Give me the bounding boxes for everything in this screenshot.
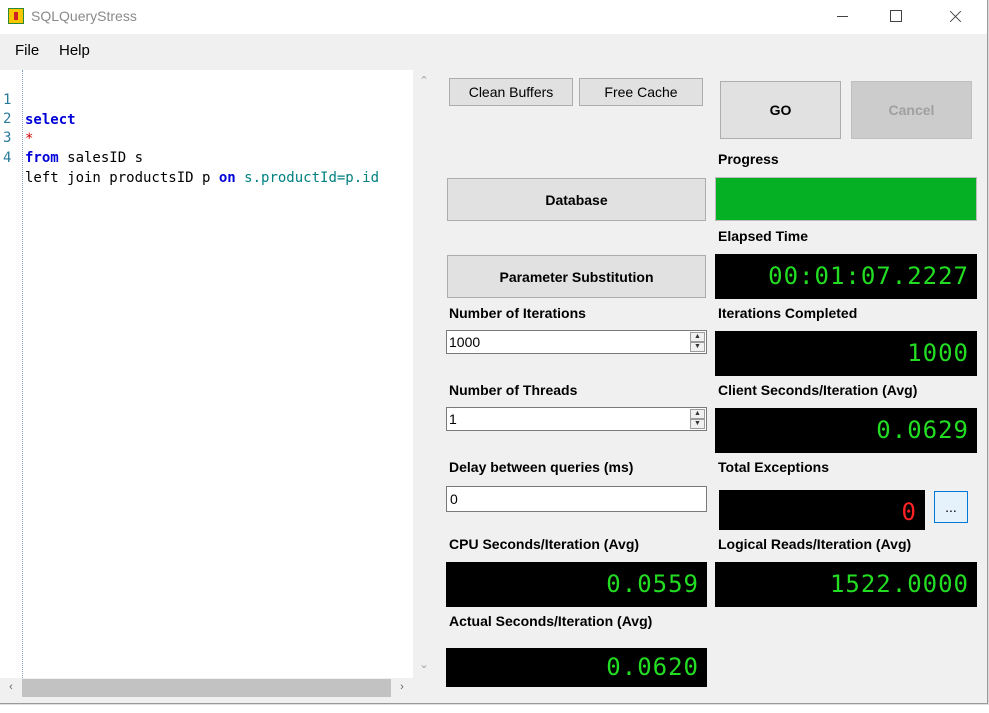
menu-file[interactable]: File: [15, 42, 39, 59]
number-of-iterations-input[interactable]: 1000 ▲ ▼: [446, 330, 707, 354]
spin-down-icon[interactable]: ▼: [690, 342, 705, 352]
progress-label: Progress: [718, 151, 779, 167]
delay-between-queries-label: Delay between queries (ms): [449, 459, 634, 475]
iterations-value: 1000: [449, 334, 481, 350]
code-text: left join productsID p on s.productId=p.…: [25, 168, 379, 188]
code-fragment: salesID s: [58, 150, 144, 166]
spin-up-icon[interactable]: ▲: [690, 409, 705, 419]
logical-reads-display: 1522.0000: [715, 562, 977, 607]
code-line: 3 from salesID s: [0, 108, 143, 166]
database-button[interactable]: Database: [447, 178, 706, 221]
cancel-button[interactable]: Cancel: [851, 81, 972, 139]
spin-up-icon[interactable]: ▲: [690, 332, 705, 342]
go-button[interactable]: GO: [720, 81, 841, 139]
number-of-threads-label: Number of Threads: [449, 382, 578, 398]
elapsed-time-label: Elapsed Time: [718, 228, 809, 244]
actual-seconds-label: Actual Seconds/Iteration (Avg): [449, 613, 653, 629]
minimize-icon: [836, 15, 848, 17]
app-icon: [8, 8, 24, 24]
horizontal-scroll-thumb[interactable]: [22, 679, 391, 697]
number-of-threads-input[interactable]: 1 ▲ ▼: [446, 407, 707, 431]
iterations-stepper[interactable]: ▲ ▼: [690, 332, 705, 352]
editor-vertical-scrollbar[interactable]: ⌃ ⌄: [413, 70, 435, 678]
query-editor[interactable]: 1 select 2 * 3 from salesID s 4 left joi…: [0, 70, 413, 678]
clean-buffers-button[interactable]: Clean Buffers: [449, 78, 573, 106]
threads-value: 1: [449, 411, 457, 427]
client-seconds-label: Client Seconds/Iteration (Avg): [718, 382, 918, 398]
code-line: 2 *: [0, 89, 51, 147]
scroll-down-icon[interactable]: ⌄: [419, 660, 429, 671]
number-of-iterations-label: Number of Iterations: [449, 305, 586, 321]
keyword: on: [218, 170, 236, 186]
spin-down-icon[interactable]: ▼: [690, 419, 705, 429]
logical-reads-label: Logical Reads/Iteration (Avg): [718, 536, 912, 552]
maximize-icon: [890, 10, 902, 22]
parameter-substitution-button[interactable]: Parameter Substitution: [447, 255, 706, 298]
threads-stepper[interactable]: ▲ ▼: [690, 409, 705, 429]
iterations-completed-display: 1000: [715, 331, 977, 376]
progress-bar: [715, 177, 977, 221]
code-line: 4 left join productsID p on s.productId=…: [0, 128, 379, 186]
menu-help[interactable]: Help: [59, 42, 90, 59]
app-window: SQLQueryStress File Help 1 select 2 * 3 …: [0, 0, 988, 704]
editor-horizontal-scrollbar[interactable]: ‹ ›: [0, 678, 413, 698]
close-icon: [949, 10, 962, 23]
code-line: 1 select: [0, 70, 76, 128]
code-fragment: left join productsID p: [25, 170, 219, 186]
menu-bar: File Help: [0, 34, 987, 67]
exceptions-details-button[interactable]: ...: [934, 491, 968, 523]
maximize-button[interactable]: [873, 0, 919, 32]
cpu-seconds-display: 0.0559: [446, 562, 707, 607]
delay-between-queries-input[interactable]: 0: [446, 486, 707, 512]
close-button[interactable]: [932, 0, 978, 32]
actual-seconds-display: 0.0620: [446, 648, 707, 687]
free-cache-button[interactable]: Free Cache: [579, 78, 703, 106]
delay-value: 0: [450, 491, 458, 507]
total-exceptions-label: Total Exceptions: [718, 459, 829, 475]
client-seconds-display: 0.0629: [715, 408, 977, 453]
elapsed-time-display: 00:01:07.2227: [715, 254, 977, 299]
iterations-completed-label: Iterations Completed: [718, 305, 858, 321]
title-bar: SQLQueryStress: [0, 0, 987, 34]
cpu-seconds-label: CPU Seconds/Iteration (Avg): [449, 536, 640, 552]
scroll-right-icon[interactable]: ›: [397, 682, 407, 693]
scroll-up-icon[interactable]: ⌃: [419, 76, 429, 87]
scroll-left-icon[interactable]: ‹: [6, 682, 16, 693]
line-number: 4: [3, 150, 12, 166]
total-exceptions-display: 0: [719, 490, 925, 530]
window-title: SQLQueryStress: [31, 8, 137, 24]
code-fragment: s.productId=p.id: [235, 170, 380, 186]
minimize-button[interactable]: [819, 0, 865, 32]
